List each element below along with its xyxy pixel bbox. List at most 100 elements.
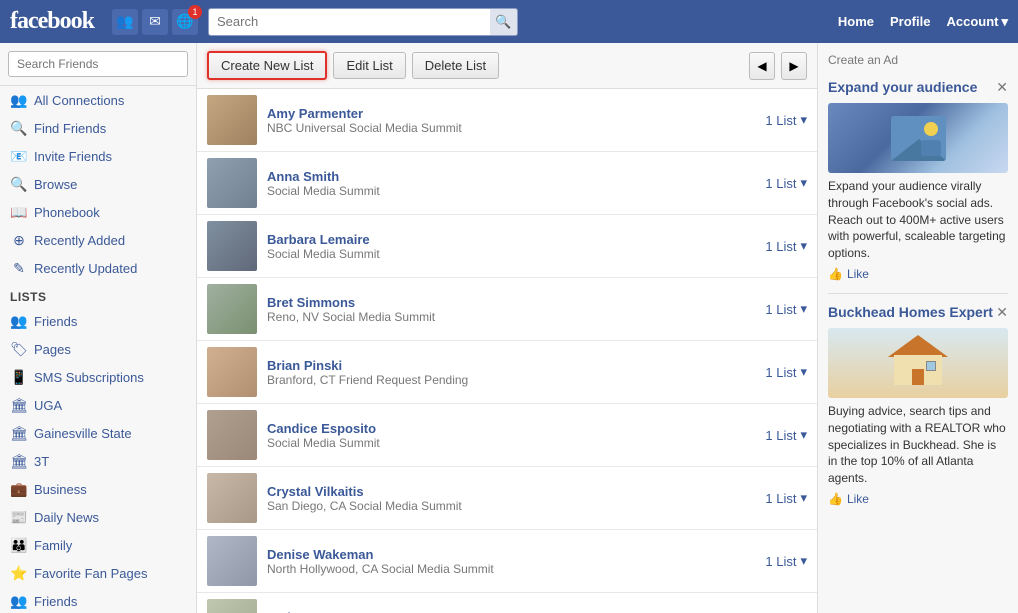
friend-subtitle: Social Media Summit xyxy=(267,247,755,261)
chevron-down-icon: ▾ xyxy=(800,553,807,569)
friend-row[interactable]: Candice Esposito Social Media Summit 1 L… xyxy=(197,404,817,467)
friend-avatar xyxy=(207,347,257,397)
friend-name[interactable]: Candice Esposito xyxy=(267,421,755,436)
sidebar-item-all-connections[interactable]: 👥 All Connections xyxy=(0,86,196,114)
sidebar-item-favorite-fan-pages[interactable]: ⭐ Favorite Fan Pages xyxy=(0,559,196,587)
friend-list-action[interactable]: 1 List ▾ xyxy=(765,490,807,506)
friend-subtitle: Social Media Summit xyxy=(267,436,755,450)
friend-row[interactable]: Brian Pinski Branford, CT Friend Request… xyxy=(197,341,817,404)
friend-list-action[interactable]: 1 List ▾ xyxy=(765,175,807,191)
chevron-down-icon: ▾ xyxy=(800,175,807,191)
sidebar-item-find-friends[interactable]: 🔍 Find Friends xyxy=(0,114,196,142)
sidebar-item-uga[interactable]: 🏛 UGA xyxy=(0,391,196,419)
search-button[interactable]: 🔍 xyxy=(490,8,518,36)
friend-name[interactable]: Brian Pinski xyxy=(267,358,755,373)
messages-nav-icon[interactable]: ✉ xyxy=(142,9,168,35)
sidebar-item-family[interactable]: 👪 Family xyxy=(0,531,196,559)
daily-news-icon: 📰 xyxy=(10,508,28,526)
sidebar-item-gainesville-state[interactable]: 🏛 Gainesville State xyxy=(0,419,196,447)
friends-list: Amy Parmenter NBC Universal Social Media… xyxy=(197,89,817,613)
ad2-image xyxy=(828,328,1008,398)
friend-list-action[interactable]: 1 List ▾ xyxy=(765,301,807,317)
delete-list-button[interactable]: Delete List xyxy=(412,52,499,79)
ad1-like-button[interactable]: 👍 Like xyxy=(828,267,1008,281)
sidebar-item-friends2[interactable]: 👥 Friends xyxy=(0,587,196,613)
friend-name[interactable]: Crystal Vilkaitis xyxy=(267,484,755,499)
house-icon xyxy=(888,335,948,390)
ad1-close-button[interactable]: ✕ xyxy=(996,79,1008,96)
sidebar-item-3t[interactable]: 🏛 3T xyxy=(0,447,196,475)
notifications-nav-icon[interactable]: 🌐 1 xyxy=(172,9,198,35)
friend-row[interactable]: Crystal Vilkaitis San Diego, CA Social M… xyxy=(197,467,817,530)
friend-avatar xyxy=(207,536,257,586)
friend-avatar xyxy=(207,599,257,613)
list-count-label: 1 List xyxy=(765,428,796,443)
house-door-shape xyxy=(912,369,924,385)
sidebar-item-invite-friends[interactable]: 📧 Invite Friends xyxy=(0,142,196,170)
search-friends-input[interactable] xyxy=(8,51,188,77)
sidebar-item-sms[interactable]: 📱 SMS Subscriptions xyxy=(0,363,196,391)
3t-icon: 🏛 xyxy=(10,452,28,470)
friend-name[interactable]: Bret Simmons xyxy=(267,295,755,310)
gainesville-state-icon: 🏛 xyxy=(10,424,28,442)
search-bar: 🔍 xyxy=(208,8,518,36)
friend-name[interactable]: Esther Goos xyxy=(267,610,755,613)
sidebar-item-business[interactable]: 💼 Business xyxy=(0,475,196,503)
friend-name[interactable]: Barbara Lemaire xyxy=(267,232,755,247)
search-input[interactable] xyxy=(208,8,518,36)
ad2-like-button[interactable]: 👍 Like xyxy=(828,492,1008,506)
sidebar-item-recently-added[interactable]: ⊕ Recently Added xyxy=(0,226,196,254)
friend-info: Candice Esposito Social Media Summit xyxy=(267,421,755,450)
all-connections-icon: 👥 xyxy=(10,91,28,109)
pages-icon: 🏷 xyxy=(10,340,28,358)
friend-row[interactable]: Denise Wakeman North Hollywood, CA Socia… xyxy=(197,530,817,593)
friend-row[interactable]: Barbara Lemaire Social Media Summit 1 Li… xyxy=(197,215,817,278)
list-count-label: 1 List xyxy=(765,554,796,569)
sidebar-item-phonebook[interactable]: 📖 Phonebook xyxy=(0,198,196,226)
friend-name[interactable]: Anna Smith xyxy=(267,169,755,184)
profile-link[interactable]: Profile xyxy=(890,14,930,29)
account-dropdown[interactable]: Account ▾ xyxy=(946,14,1008,30)
ad1-section: ✕ Expand your audience Expand your audie… xyxy=(828,79,1008,281)
phonebook-icon: 📖 xyxy=(10,203,28,221)
sidebar-item-daily-news[interactable]: 📰 Daily News xyxy=(0,503,196,531)
friend-list-action[interactable]: 1 List ▾ xyxy=(765,112,807,128)
friend-subtitle: NBC Universal Social Media Summit xyxy=(267,121,755,135)
friend-row[interactable]: Bret Simmons Reno, NV Social Media Summi… xyxy=(197,278,817,341)
friend-row[interactable]: Anna Smith Social Media Summit 1 List ▾ xyxy=(197,152,817,215)
prev-button[interactable]: ◀ xyxy=(749,52,775,80)
notification-badge: 1 xyxy=(188,5,202,19)
favorite-fan-pages-icon: ⭐ xyxy=(10,564,28,582)
create-new-list-button[interactable]: Create New List xyxy=(207,51,327,80)
left-sidebar: 👥 All Connections 🔍 Find Friends 📧 Invit… xyxy=(0,43,197,613)
create-ad-label[interactable]: Create an Ad xyxy=(828,53,1008,67)
next-button[interactable]: ▶ xyxy=(781,52,807,80)
home-link[interactable]: Home xyxy=(838,14,874,29)
sidebar-item-pages[interactable]: 🏷 Pages xyxy=(0,335,196,363)
sidebar-item-recently-updated[interactable]: ✎ Recently Updated xyxy=(0,254,196,282)
chevron-down-icon: ▾ xyxy=(1001,14,1008,30)
friend-avatar xyxy=(207,284,257,334)
right-sidebar: Create an Ad ✕ Expand your audience Expa… xyxy=(818,43,1018,613)
ad2-close-button[interactable]: ✕ xyxy=(996,304,1008,321)
sun-shape xyxy=(924,122,938,136)
friends-nav-icon[interactable]: 👥 xyxy=(112,9,138,35)
chevron-down-icon: ▾ xyxy=(800,112,807,128)
picture-icon xyxy=(891,116,946,161)
friend-name[interactable]: Amy Parmenter xyxy=(267,106,755,121)
edit-list-button[interactable]: Edit List xyxy=(333,52,405,79)
sidebar-item-friends[interactable]: 👥 Friends xyxy=(0,307,196,335)
family-label: Family xyxy=(34,538,72,553)
create-ad-section: Create an Ad xyxy=(828,53,1008,67)
ad2-title: Buckhead Homes Expert xyxy=(828,304,1008,320)
friend-row[interactable]: Esther Goos Social Media Summit 1 List ▾ xyxy=(197,593,817,613)
friend-avatar xyxy=(207,221,257,271)
friend-list-action[interactable]: 1 List ▾ xyxy=(765,364,807,380)
friend-list-action[interactable]: 1 List ▾ xyxy=(765,427,807,443)
sidebar-item-browse[interactable]: 🔍 Browse xyxy=(0,170,196,198)
friend-row[interactable]: Amy Parmenter NBC Universal Social Media… xyxy=(197,89,817,152)
friend-list-action[interactable]: 1 List ▾ xyxy=(765,238,807,254)
main-layout: 👥 All Connections 🔍 Find Friends 📧 Invit… xyxy=(0,43,1018,613)
friend-name[interactable]: Denise Wakeman xyxy=(267,547,755,562)
friend-list-action[interactable]: 1 List ▾ xyxy=(765,553,807,569)
